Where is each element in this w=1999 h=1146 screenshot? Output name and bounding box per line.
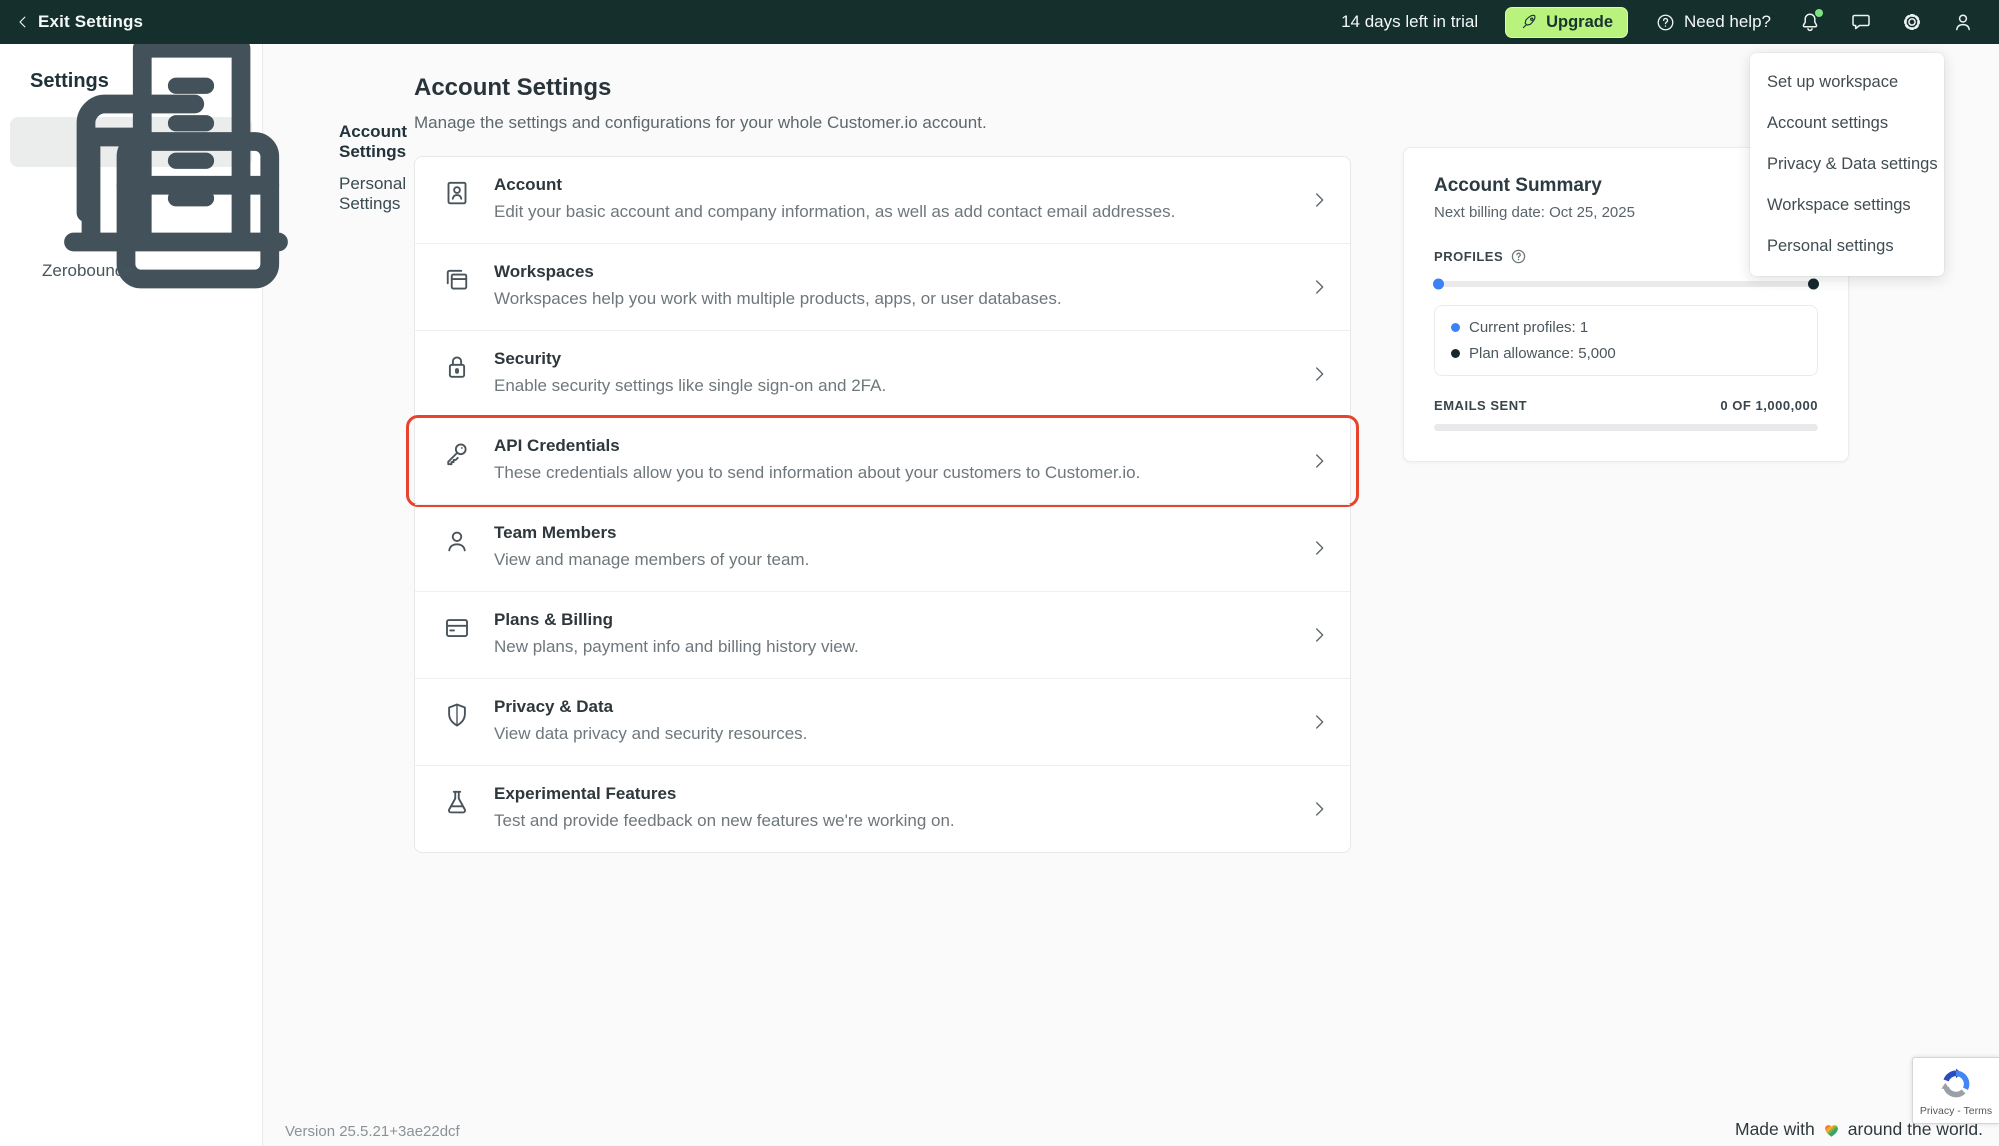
legend-dot [1451, 323, 1460, 332]
sidebar-item-label: Account Settings [339, 122, 407, 161]
account-avatar-icon[interactable] [1951, 10, 1975, 34]
profiles-label: PROFILES [1434, 249, 1504, 264]
settings-card-workspaces[interactable]: Workspaces Workspaces help you work with … [415, 243, 1350, 330]
credit-card-icon [442, 613, 472, 643]
rocket-icon [1520, 13, 1538, 31]
card-description: View and manage members of your team. [494, 550, 810, 569]
gear-icon[interactable] [1900, 10, 1924, 34]
settings-card-api-credentials[interactable]: API Credentials These credentials allow y… [406, 415, 1359, 507]
emails-sent-label: EMAILS SENT [1434, 398, 1528, 413]
legend-item: Plan allowance: 5,000 [1451, 345, 1801, 362]
chevron-right-icon [1308, 450, 1330, 472]
help-circle-icon[interactable] [1510, 248, 1527, 265]
settings-card-list: Account Edit your basic account and compa… [406, 156, 1359, 853]
version-text: Version 25.5.21+3ae22dcf [285, 1123, 460, 1140]
legend-item: Current profiles: 1 [1451, 319, 1801, 336]
chat-icon[interactable] [1849, 10, 1873, 34]
legend-label: Current profiles: 1 [1469, 319, 1589, 336]
windows-icon [26, 44, 326, 344]
menu-item-personal-settings[interactable]: Personal settings [1750, 226, 1944, 267]
need-help-label: Need help? [1684, 12, 1771, 31]
recaptcha-logo-icon [1937, 1065, 1975, 1103]
recaptcha-badge[interactable]: Privacy - Terms [1912, 1057, 1999, 1124]
card-title: Account [494, 175, 562, 194]
made-with-prefix: Made with [1735, 1119, 1815, 1139]
menu-item-privacy-data-settings[interactable]: Privacy & Data settings [1750, 144, 1944, 185]
topbar: Exit Settings 14 days left in trial Upgr… [0, 0, 1999, 44]
lock-icon [442, 352, 472, 382]
card-title: Privacy & Data [494, 697, 614, 716]
menu-item-set-up-workspace[interactable]: Set up workspace [1750, 62, 1944, 103]
bell-icon[interactable] [1798, 9, 1823, 34]
chevron-right-icon [1308, 711, 1330, 733]
plan-allowance-dot [1808, 278, 1819, 290]
menu-item-workspace-settings[interactable]: Workspace settings [1750, 185, 1944, 226]
sidebar-item-label: Personal Settings [339, 174, 407, 213]
emails-progress-track [1434, 424, 1818, 431]
settings-card-account[interactable]: Account Edit your basic account and compa… [415, 157, 1350, 243]
flask-icon [442, 787, 472, 817]
sidebar-nav: Account Settings Personal Settings [10, 38, 407, 289]
settings-card-plans-billing[interactable]: Plans & Billing New plans, payment info a… [415, 591, 1350, 678]
topbar-actions: 14 days left in trial Upgrade Need help? [1341, 6, 1975, 38]
notification-dot [1815, 9, 1823, 17]
settings-card-team-members[interactable]: Team Members View and manage members of y… [415, 504, 1350, 591]
card-title: Experimental Features [494, 784, 677, 803]
trial-countdown: 14 days left in trial [1341, 12, 1479, 31]
upgrade-label: Upgrade [1546, 12, 1614, 31]
shield-icon [442, 700, 472, 730]
card-description: Workspaces help you work with multiple p… [494, 289, 1062, 308]
chevron-right-icon [1308, 798, 1330, 820]
card-title: Plans & Billing [494, 610, 614, 629]
card-description: View data privacy and security resources… [494, 724, 808, 743]
upgrade-button[interactable]: Upgrade [1505, 6, 1629, 38]
settings-card-security[interactable]: Security Enable security settings like si… [415, 330, 1350, 417]
id-card-icon [442, 178, 472, 208]
chevron-right-icon [1308, 537, 1330, 559]
exit-settings-button[interactable]: Exit Settings [14, 10, 143, 34]
account-dropdown-menu: Set up workspace Account settings Privacy … [1750, 53, 1944, 276]
card-title: Team Members [494, 523, 617, 542]
card-title: Security [494, 349, 562, 368]
menu-item-account-settings[interactable]: Account settings [1750, 103, 1944, 144]
chevron-right-icon [1308, 276, 1330, 298]
recaptcha-terms-link[interactable]: Privacy - Terms [1920, 1105, 1992, 1117]
chevron-right-icon [1308, 189, 1330, 211]
current-profiles-dot [1433, 278, 1444, 290]
sidebar-item-personal-settings[interactable]: Personal Settings [10, 94, 406, 289]
chevron-left-icon [14, 10, 32, 34]
person-icon [442, 526, 472, 556]
card-description: Test and provide feedback on new feature… [494, 811, 955, 830]
settings-card-privacy-data[interactable]: Privacy & Data View data privacy and secu… [415, 678, 1350, 765]
profiles-legend: Current profiles: 1 Plan allowance: 5,000 [1434, 305, 1818, 376]
profiles-progress-track [1433, 278, 1819, 290]
workspaces-icon [442, 265, 472, 295]
legend-label: Plan allowance: 5,000 [1469, 345, 1616, 362]
card-title: Workspaces [494, 262, 594, 281]
key-icon [442, 439, 472, 469]
need-help-button[interactable]: Need help? [1655, 12, 1771, 33]
legend-dot [1451, 349, 1460, 358]
card-description: Enable security settings like single sig… [494, 376, 887, 395]
question-circle-icon [1655, 12, 1676, 33]
card-description: These credentials allow you to send info… [494, 463, 1141, 482]
settings-card-experimental-features[interactable]: Experimental Features Test and provide fe… [415, 765, 1350, 852]
settings-sidebar: Settings Account Settings Personal Settin… [0, 38, 407, 1146]
chevron-right-icon [1308, 624, 1330, 646]
card-description: New plans, payment info and billing hist… [494, 637, 859, 656]
exit-settings-label: Exit Settings [38, 12, 144, 31]
emails-sent-value: 0 OF 1,000,000 [1720, 398, 1818, 413]
card-description: Edit your basic account and company info… [494, 202, 1176, 221]
card-title: API Credentials [494, 436, 620, 455]
chevron-right-icon [1308, 363, 1330, 385]
heart-icon [1822, 1121, 1841, 1139]
